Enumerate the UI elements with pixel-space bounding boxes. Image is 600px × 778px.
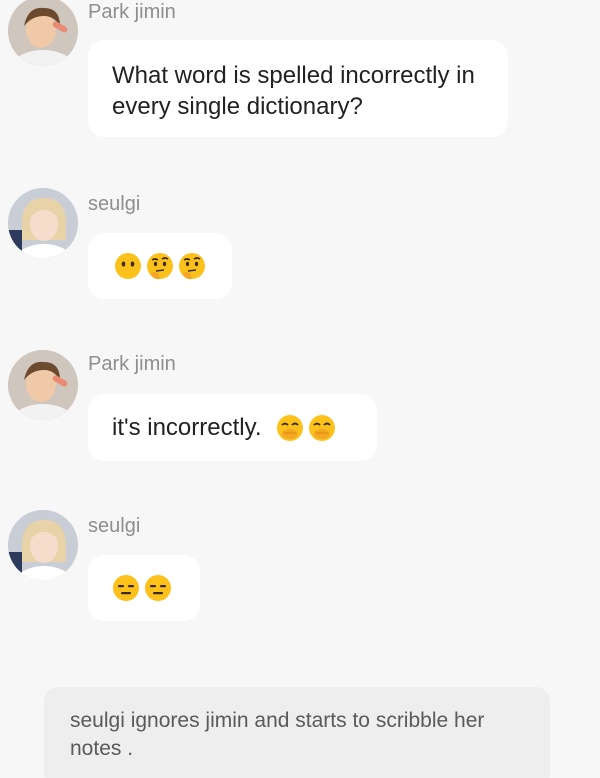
message-bubble: What word is spelled incorrectly in ever…	[88, 40, 508, 137]
sender-name: Park jimin	[88, 1, 176, 23]
expressionless-face-emoji	[112, 574, 140, 602]
emoji-row	[112, 555, 176, 621]
sender-name: Park jimin	[88, 353, 176, 375]
neutral-face-no-mouth-emoji	[114, 252, 142, 280]
thinking-face-emoji	[178, 252, 206, 280]
emoji-row	[114, 233, 206, 299]
narration-text: seulgi ignores jimin and starts to scrib…	[70, 709, 485, 760]
thinking-face-emoji	[146, 252, 174, 280]
expressionless-face-emoji	[144, 574, 172, 602]
emoji-row	[276, 414, 336, 442]
message-bubble	[88, 233, 232, 299]
message-text: What word is spelled incorrectly in ever…	[112, 62, 475, 120]
hand-over-mouth-emoji	[276, 414, 304, 442]
message-bubble: it's incorrectly.	[88, 394, 377, 461]
jimin-avatar[interactable]	[8, 0, 78, 66]
sender-name: seulgi	[88, 193, 141, 215]
chat-screen: Park jimin What word is spelled incorrec…	[0, 0, 600, 778]
message-bubble	[88, 555, 200, 621]
seulgi-avatar[interactable]	[8, 510, 78, 580]
sender-name: seulgi	[88, 515, 141, 537]
hand-over-mouth-emoji	[308, 414, 336, 442]
narration-box: seulgi ignores jimin and starts to scrib…	[44, 687, 550, 778]
jimin-avatar[interactable]	[8, 350, 78, 420]
message-text: it's incorrectly.	[112, 414, 262, 441]
seulgi-avatar[interactable]	[8, 188, 78, 258]
